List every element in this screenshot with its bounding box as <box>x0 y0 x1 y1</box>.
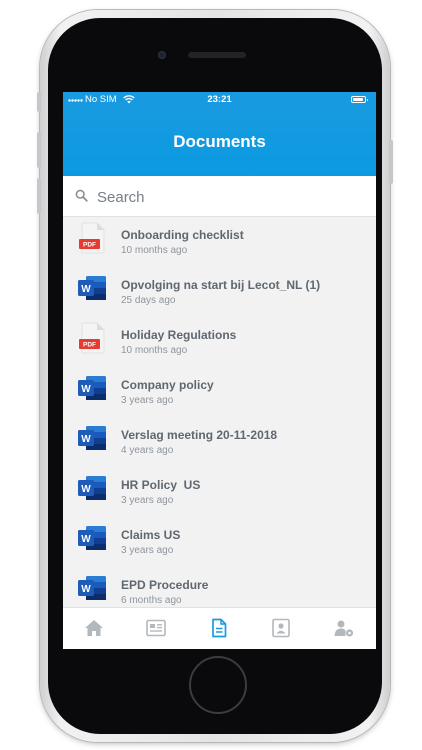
home-icon[interactable] <box>83 618 105 638</box>
word-file-icon: W <box>78 426 106 450</box>
document-name: Opvolging na start bij Lecot_NL (1) <box>121 278 321 292</box>
document-list-item[interactable]: W Company policy 3 years ago <box>63 367 376 417</box>
document-list: PDF Onboarding checklist 10 months ago W … <box>63 217 376 607</box>
document-name: Company policy <box>121 378 214 392</box>
svg-text:W: W <box>81 384 91 395</box>
document-name: Claims US <box>121 528 181 542</box>
tab-bar <box>63 607 376 649</box>
svg-text:W: W <box>81 484 91 495</box>
word-file-icon: W <box>78 376 106 400</box>
mute-switch <box>37 92 41 112</box>
document-name: Verslag meeting 20-11-2018 <box>121 428 278 442</box>
document-name: EPD Procedure <box>121 578 209 592</box>
document-date: 10 months ago <box>121 245 188 256</box>
battery-icon <box>351 96 368 103</box>
news-icon[interactable] <box>145 618 167 638</box>
status-bar: No SIM 23:21 <box>63 92 376 108</box>
svg-text:W: W <box>81 284 91 295</box>
home-button[interactable] <box>189 656 247 714</box>
document-list-item[interactable]: W HR Policy US 3 years ago <box>63 467 376 517</box>
document-name: Holiday Regulations <box>121 328 237 342</box>
svg-text:PDF: PDF <box>83 242 96 249</box>
svg-text:W: W <box>81 534 91 545</box>
volume-up-button <box>37 132 41 168</box>
user-settings-icon[interactable] <box>333 618 355 638</box>
document-date: 25 days ago <box>121 295 176 306</box>
pdf-file-icon: PDF <box>79 222 105 254</box>
word-file-icon: W <box>78 276 106 300</box>
document-icon[interactable] <box>208 618 230 638</box>
document-date: 3 years ago <box>121 495 174 506</box>
svg-text:PDF: PDF <box>83 342 96 349</box>
contact-card-icon[interactable] <box>270 618 292 638</box>
document-list-item[interactable]: W Verslag meeting 20-11-2018 4 years ago <box>63 417 376 467</box>
document-date: 10 months ago <box>121 345 188 356</box>
earpiece-speaker <box>188 52 246 58</box>
word-file-icon: W <box>78 526 106 550</box>
document-list-item[interactable]: PDF Onboarding checklist 10 months ago <box>63 217 376 267</box>
page-title: Documents <box>173 132 266 151</box>
front-camera <box>158 51 166 59</box>
volume-down-button <box>37 178 41 214</box>
document-date: 3 years ago <box>121 395 174 406</box>
document-list-item[interactable]: W Claims US 3 years ago <box>63 517 376 567</box>
search-icon <box>75 189 88 202</box>
document-list-item[interactable]: PDF Holiday Regulations 10 months ago <box>63 317 376 367</box>
document-date: 6 months ago <box>121 595 182 606</box>
word-file-icon: W <box>78 476 106 500</box>
word-file-icon: W <box>78 576 106 600</box>
search-bar <box>63 176 376 217</box>
document-name: Onboarding checklist <box>121 228 244 242</box>
app-header: No SIM 23:21 Documents <box>63 92 376 176</box>
document-date: 4 years ago <box>121 445 174 456</box>
status-time: 23:21 <box>207 94 232 105</box>
document-list-item[interactable]: W Opvolging na start bij Lecot_NL (1) 25 … <box>63 267 376 317</box>
pdf-file-icon: PDF <box>79 322 105 354</box>
search-input[interactable] <box>95 184 359 210</box>
document-name: HR Policy US <box>121 478 201 492</box>
svg-text:W: W <box>81 584 91 595</box>
power-button <box>389 140 393 184</box>
app-screen: No SIM 23:21 Documents PDF Onboarding ch… <box>63 92 376 649</box>
svg-text:W: W <box>81 434 91 445</box>
document-date: 3 years ago <box>121 545 174 556</box>
document-list-item[interactable]: W EPD Procedure 6 months ago <box>63 567 376 607</box>
